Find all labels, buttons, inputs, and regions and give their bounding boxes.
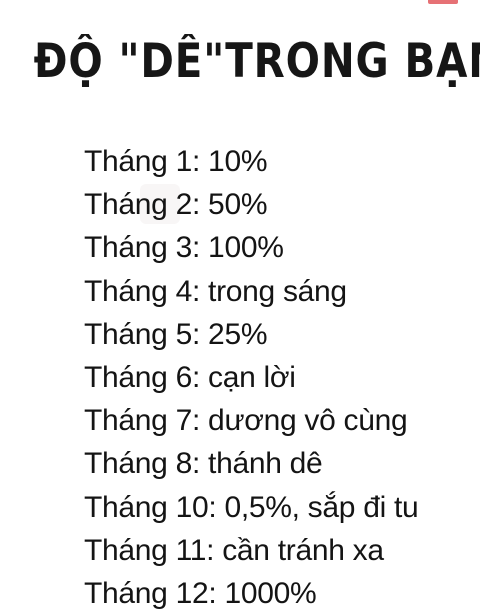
list-item: Tháng 8: thánh dê (84, 447, 323, 481)
list-item: Tháng 7: dương vô cùng (84, 404, 408, 438)
month-list: Tháng 1: 10% Tháng 2: 50% Tháng 3: 100% … (84, 140, 419, 615)
list-item: Tháng 3: 100% (84, 231, 284, 265)
page-title: ĐỘ "DÊ"TRONG BẠN (33, 34, 480, 89)
list-item: Tháng 2: 50% (84, 188, 268, 222)
list-item: Tháng 6: cạn lời (84, 360, 296, 394)
list-item: Tháng 5: 25% (84, 317, 268, 351)
corner-logo-mark (428, 0, 458, 4)
list-item: Tháng 4: trong sáng (84, 274, 347, 308)
list-item: Tháng 12: 1000% (84, 576, 317, 610)
list-item: Tháng 10: 0,5%, sắp đi tu (84, 490, 419, 524)
list-item: Tháng 1: 10% (84, 145, 268, 178)
list-item: Tháng 11: cần tránh xa (84, 533, 384, 567)
